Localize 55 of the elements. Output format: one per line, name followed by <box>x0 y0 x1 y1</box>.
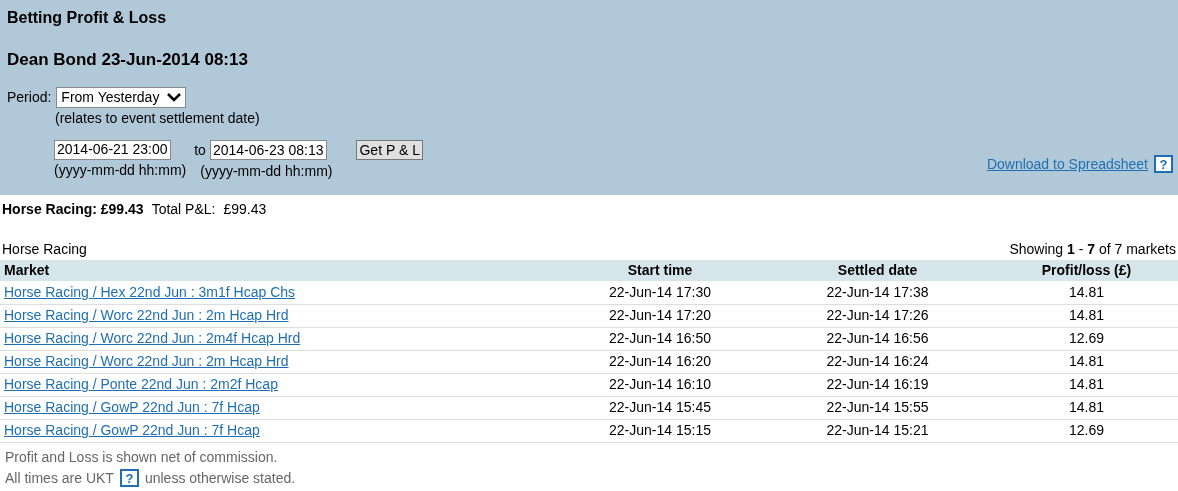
settled-date: 22-Jun-14 16:19 <box>826 376 929 392</box>
column-header: Start time <box>560 260 760 281</box>
section-title: Horse Racing <box>2 240 87 259</box>
total-value: £99.43 <box>223 200 267 219</box>
market-link[interactable]: Horse Racing / Hex 22nd Jun : 3m1f Hcap Chs <box>4 283 296 300</box>
period-select[interactable]: From Yesterday <box>56 86 187 108</box>
to-label: to <box>194 140 206 160</box>
start-time: 22-Jun-14 15:15 <box>609 422 711 438</box>
showing-count: Showing 1 - 7 of 7 markets <box>1009 240 1176 259</box>
download-link[interactable]: Download to Spreadsheet <box>986 153 1148 175</box>
start-time: 22-Jun-14 15:45 <box>609 399 711 415</box>
settled-date: 22-Jun-14 16:24 <box>826 353 929 369</box>
timezone-note: unless otherwise stated. <box>144 468 296 488</box>
profit-loss: 14.81 <box>1068 399 1104 415</box>
market-link[interactable]: Horse Racing / GowP 22nd Jun : 7f Hcap <box>4 422 260 438</box>
start-time: 22-Jun-14 16:50 <box>609 330 711 346</box>
profit-loss: 14.81 <box>1068 283 1104 300</box>
date-format-hint: (yyyy-mm-dd hh:mm) <box>54 160 187 180</box>
profit-loss: 12.69 <box>1068 330 1104 346</box>
period-note: (relates to event settlement date) <box>55 108 261 128</box>
help-button[interactable]: ? <box>1154 155 1173 173</box>
settled-date: 22-Jun-14 15:21 <box>826 422 929 438</box>
to-date-field[interactable]: 2014-06-23 08:13 <box>209 140 327 160</box>
column-header: Settled date <box>760 260 995 281</box>
settled-date: 22-Jun-14 17:38 <box>826 283 929 300</box>
settled-date: 22-Jun-14 16:56 <box>826 330 929 346</box>
market-link[interactable]: Horse Racing / Worc 22nd Jun : 2m4f Hcap Hrd <box>4 330 301 346</box>
market-link[interactable]: Horse Racing / Worc 22nd Jun : 2m Hcap Hrd <box>4 307 289 323</box>
column-header: Market <box>0 260 560 281</box>
column-header: Profit/loss (£) <box>995 260 1178 281</box>
chevron-down-icon <box>167 92 182 102</box>
total-label: Total P&L: <box>151 200 216 219</box>
sport-total: Horse Racing: £99.43 <box>2 200 144 219</box>
period-label: Period: <box>7 87 52 107</box>
market-link[interactable]: Horse Racing / Worc 22nd Jun : 2m Hcap Hrd <box>4 353 289 369</box>
profit-loss: 14.81 <box>1068 353 1104 369</box>
help-button[interactable]: ? <box>119 469 139 487</box>
commission-note: Profit and Loss is shown net of commission. <box>5 447 279 467</box>
start-time: 22-Jun-14 16:10 <box>609 376 711 392</box>
profit-loss: 14.81 <box>1068 376 1104 392</box>
account-line: Dean Bond 23-Jun-2014 08:13 <box>7 49 249 71</box>
timezone-note: All times are UKT <box>5 468 114 488</box>
market-link[interactable]: Horse Racing / GowP 22nd Jun : 7f Hcap <box>4 399 260 415</box>
page-title: Betting Profit & Loss <box>7 8 168 28</box>
settled-date: 22-Jun-14 15:55 <box>826 399 929 415</box>
settled-date: 22-Jun-14 17:26 <box>826 307 929 323</box>
profit-loss: 14.81 <box>1068 307 1104 323</box>
start-time: 22-Jun-14 17:30 <box>609 283 711 300</box>
profit-loss: 12.69 <box>1068 422 1104 438</box>
start-time: 22-Jun-14 17:20 <box>609 307 711 323</box>
get-pl-button[interactable]: Get P & L <box>356 139 423 160</box>
market-link[interactable]: Horse Racing / Ponte 22nd Jun : 2m2f Hcap <box>4 376 278 392</box>
date-format-hint: (yyyy-mm-dd hh:mm) <box>200 161 333 181</box>
start-time: 22-Jun-14 16:20 <box>609 353 711 369</box>
from-date-field[interactable]: 2014-06-21 23:00 <box>54 139 171 160</box>
